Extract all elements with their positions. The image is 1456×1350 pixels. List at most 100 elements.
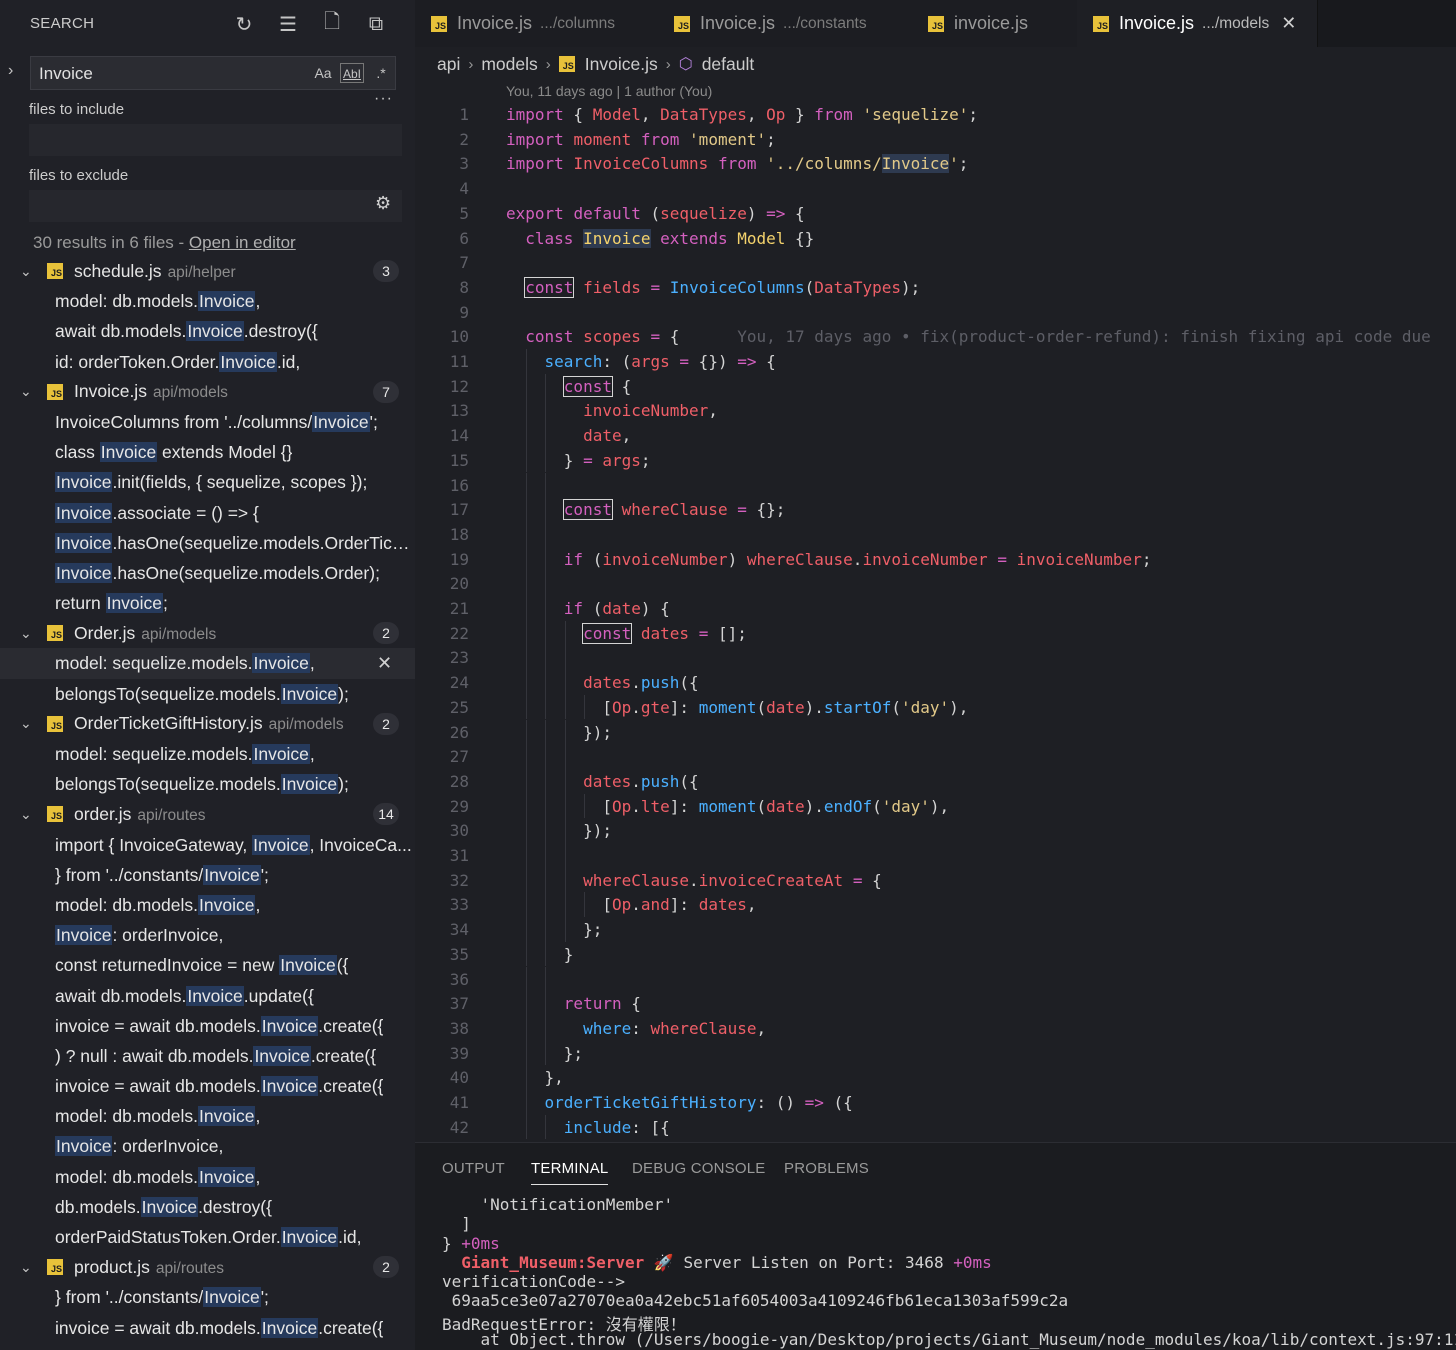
code-line[interactable]: 7 xyxy=(415,250,1456,275)
result-match-row[interactable]: Invoice.hasOne(sequelize.models.OrderTic… xyxy=(0,528,415,558)
open-in-editor-link[interactable]: Open in editor xyxy=(189,233,296,252)
code-line[interactable]: 16 xyxy=(415,472,1456,498)
tab-debug-console[interactable]: DEBUG CONSOLE xyxy=(632,1160,765,1177)
code-line[interactable]: 1 import { Model, DataTypes, Op } from 's… xyxy=(415,102,1456,127)
code-line[interactable]: 2 import moment from 'moment'; xyxy=(415,127,1456,152)
code-line[interactable]: 18 xyxy=(415,521,1456,547)
result-match-row[interactable]: } from '../constants/Invoice'; xyxy=(0,860,415,890)
files-to-exclude-input[interactable] xyxy=(29,190,406,224)
chevron-down-icon[interactable]: ⌄ xyxy=(20,263,36,280)
code-editor[interactable]: 1 import { Model, DataTypes, Op } from 's… xyxy=(415,102,1456,1142)
result-file-row[interactable]: ⌄ JS Invoice.js api/models 7 xyxy=(0,377,415,407)
result-match-row[interactable]: invoice = await db.models.Invoice.create… xyxy=(0,1313,415,1343)
code-line[interactable]: 26 }); xyxy=(415,719,1456,745)
code-line[interactable]: 3 import InvoiceColumns from '../columns/… xyxy=(415,151,1456,176)
refresh-icon[interactable]: ↻ xyxy=(230,10,258,38)
breadcrumb-models[interactable]: models xyxy=(481,54,537,75)
codelens-blame[interactable]: You, 11 days ago | 1 author (You) xyxy=(506,83,712,99)
code-line[interactable]: 38 where: whereClause, xyxy=(415,1015,1456,1041)
editor-tab[interactable]: JS Invoice.js .../columns xyxy=(415,0,659,47)
breadcrumb-api[interactable]: api xyxy=(437,54,460,75)
code-line[interactable]: 32 whereClause.invoiceCreateAt = { xyxy=(415,867,1456,893)
tab-problems[interactable]: PROBLEMS xyxy=(784,1160,869,1177)
breadcrumb-symbol[interactable]: default xyxy=(702,54,755,75)
code-line[interactable]: 30 }); xyxy=(415,818,1456,843)
result-match-row[interactable]: db.models.Invoice.destroy({ xyxy=(0,1192,415,1222)
files-to-include-field[interactable] xyxy=(29,124,406,158)
code-line[interactable]: 19 if (invoiceNumber) whereClause.invoic… xyxy=(415,546,1456,572)
editor-tab[interactable]: JS invoice.js xyxy=(912,0,1078,47)
code-line[interactable]: 14 date, xyxy=(415,423,1456,448)
result-match-row[interactable]: belongsTo(sequelize.models.Invoice); xyxy=(0,769,415,799)
code-line[interactable]: 20 xyxy=(415,571,1456,596)
result-match-row[interactable]: Invoice: orderInvoice, xyxy=(0,920,415,950)
result-match-row[interactable]: model: sequelize.models.Invoice, ✕ xyxy=(0,648,415,679)
dismiss-result-close-icon[interactable]: ✕ xyxy=(377,653,392,674)
search-input[interactable] xyxy=(37,61,301,87)
code-line[interactable]: 11 search: (args = {}) => { xyxy=(415,349,1456,374)
result-match-row[interactable]: invoice = await db.models.Invoice.create… xyxy=(0,1011,415,1041)
code-line[interactable]: 40 }, xyxy=(415,1065,1456,1090)
result-file-row[interactable]: ⌄ JS OrderTicketGiftHistory.js api/models 2 xyxy=(0,709,415,739)
chevron-down-icon[interactable]: ⌄ xyxy=(20,1259,36,1276)
result-match-row[interactable]: InvoiceColumns from '../columns/Invoice'… xyxy=(0,407,415,437)
code-line[interactable]: 10 const scopes = { You, 17 days ago • f… xyxy=(415,324,1456,349)
result-match-row[interactable]: const returnedInvoice = new Invoice({ xyxy=(0,950,415,980)
result-match-row[interactable]: invoice = await db.models.Invoice.create… xyxy=(0,1071,415,1101)
result-match-row[interactable]: model: db.models.Invoice, xyxy=(0,1101,415,1131)
result-match-row[interactable]: model: sequelize.models.Invoice, xyxy=(0,739,415,769)
editor-tab[interactable]: JS Invoice.js .../models ✕ xyxy=(1077,0,1318,47)
collapse-all-icon[interactable]: ⧉ xyxy=(362,10,390,38)
result-match-row[interactable]: class Invoice extends Model {} xyxy=(0,437,415,467)
breadcrumb-file[interactable]: Invoice.js xyxy=(585,54,658,75)
result-match-row[interactable]: import { InvoiceGateway, Invoice, Invoic… xyxy=(0,830,415,860)
result-match-row[interactable]: id: orderToken.Order.Invoice.id, xyxy=(0,347,415,377)
files-to-include-input[interactable] xyxy=(29,124,406,158)
code-line[interactable]: 4 xyxy=(415,176,1456,201)
toggle-replace-chevron-icon[interactable]: › xyxy=(8,62,24,86)
code-line[interactable]: 29 [Op.lte]: moment(date).endOf('day'), xyxy=(415,793,1456,819)
code-line[interactable]: 41 orderTicketGiftHistory: () => ({ xyxy=(415,1090,1456,1115)
code-line[interactable]: 34 }; xyxy=(415,917,1456,942)
chevron-down-icon[interactable]: ⌄ xyxy=(20,715,36,732)
use-exclude-settings-gear-icon[interactable]: ⚙ xyxy=(375,193,399,217)
result-match-row[interactable]: orderPaidStatusToken.Order.Invoice.id, xyxy=(0,1222,415,1252)
result-match-row[interactable]: model: db.models.Invoice, xyxy=(0,1162,415,1192)
code-line[interactable]: 13 invoiceNumber, xyxy=(415,398,1456,424)
code-line[interactable]: 33 [Op.and]: dates, xyxy=(415,892,1456,918)
inline-blame[interactable]: You, 17 days ago • fix(product-order-ref… xyxy=(737,327,1431,346)
code-line[interactable]: 6 class Invoice extends Model {} xyxy=(415,226,1456,251)
close-tab-icon[interactable]: ✕ xyxy=(1281,13,1296,34)
code-line[interactable]: 17 const whereClause = {}; xyxy=(415,497,1456,522)
use-regex-toggle[interactable]: .* xyxy=(369,63,393,83)
result-match-row[interactable]: Invoice: orderInvoice, xyxy=(0,1131,415,1161)
code-line[interactable]: 23 xyxy=(415,645,1456,671)
code-line[interactable]: 28 dates.push({ xyxy=(415,768,1456,794)
code-line[interactable]: 36 xyxy=(415,966,1456,992)
result-file-row[interactable]: ⌄ JS Order.js api/models 2 xyxy=(0,618,415,648)
code-line[interactable]: 9 xyxy=(415,300,1456,325)
code-line[interactable]: 5 export default (sequelize) => { xyxy=(415,201,1456,226)
result-match-row[interactable]: } from '../constants/Invoice'; xyxy=(0,1282,415,1312)
match-case-toggle[interactable]: Aa xyxy=(311,63,335,83)
code-line[interactable]: 8 const fields = InvoiceColumns(DataType… xyxy=(415,275,1456,300)
new-search-editor-icon[interactable]: 🗋 xyxy=(318,10,346,38)
tab-terminal[interactable]: TERMINAL xyxy=(531,1160,609,1185)
tab-output[interactable]: OUTPUT xyxy=(442,1160,505,1177)
result-match-row[interactable]: Invoice.hasOne(sequelize.models.Order); xyxy=(0,558,415,588)
result-match-row[interactable]: await db.models.Invoice.update({ xyxy=(0,981,415,1011)
code-line[interactable]: 35 } xyxy=(415,941,1456,967)
code-line[interactable]: 31 xyxy=(415,843,1456,868)
chevron-down-icon[interactable]: ⌄ xyxy=(20,383,36,400)
code-line[interactable]: 42 include: [{ xyxy=(415,1114,1456,1140)
code-line[interactable]: 24 dates.push({ xyxy=(415,670,1456,695)
code-line[interactable]: 21 if (date) { xyxy=(415,596,1456,621)
result-file-row[interactable]: ⌄ JS order.js api/routes 14 xyxy=(0,799,415,829)
code-line[interactable]: 15 } = args; xyxy=(415,447,1456,473)
code-line[interactable]: 22 const dates = []; xyxy=(415,620,1456,646)
result-match-row[interactable]: return Invoice; xyxy=(0,588,415,618)
terminal-output[interactable]: 'NotificationMember' ] } +0ms Giant_Muse… xyxy=(442,1195,1456,1349)
files-to-exclude-field[interactable] xyxy=(29,190,406,224)
result-match-row[interactable]: await db.models.Invoice.destroy({ xyxy=(0,316,415,346)
result-match-row[interactable]: Invoice.init(fields, { sequelize, scopes… xyxy=(0,467,415,497)
